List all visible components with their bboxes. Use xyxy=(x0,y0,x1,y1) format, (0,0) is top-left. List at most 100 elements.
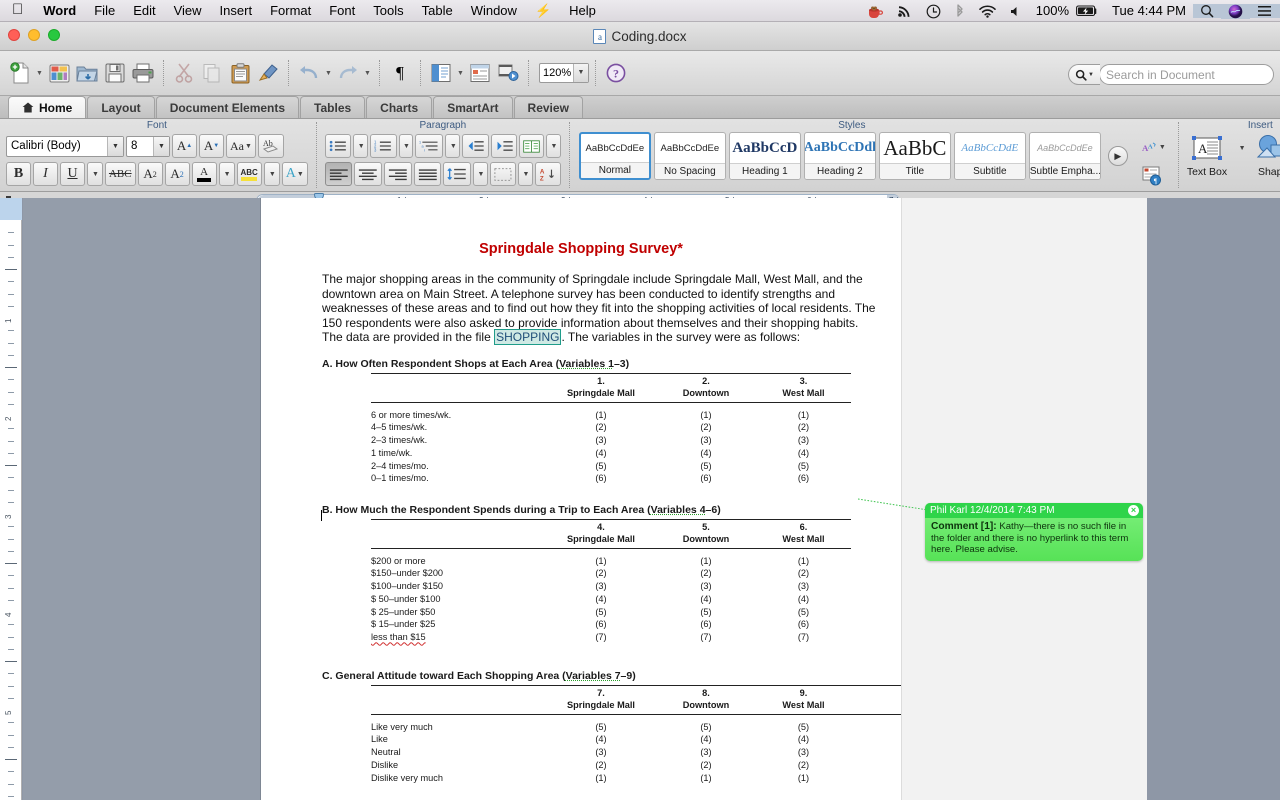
menu-item-tools[interactable]: Tools xyxy=(364,0,412,22)
volume-icon[interactable] xyxy=(1003,5,1029,18)
sort-button[interactable]: AZ xyxy=(535,162,561,186)
comment-body[interactable]: Comment [1]: Kathy—there is no such file… xyxy=(925,518,1143,561)
flash-menu-icon[interactable]: ⚡ xyxy=(526,0,560,22)
menu-item-word[interactable]: Word xyxy=(34,0,85,22)
clear-formatting-button[interactable]: Ab xyxy=(258,134,284,158)
save-button[interactable] xyxy=(101,58,129,88)
bullet-list-button[interactable] xyxy=(325,134,352,158)
bluetooth-icon[interactable] xyxy=(948,4,972,19)
font-color-button[interactable]: A xyxy=(192,162,217,186)
styles-pane-button[interactable]: ¶ xyxy=(1138,164,1168,188)
align-right-button[interactable] xyxy=(384,162,412,186)
change-case-button[interactable]: Aa▼ xyxy=(226,134,256,158)
line-spacing-button[interactable] xyxy=(443,162,471,186)
manage-styles-button[interactable]: A A ▼ xyxy=(1138,136,1170,160)
airplay-icon[interactable] xyxy=(890,4,919,18)
navigation-pane[interactable] xyxy=(23,198,261,800)
tab-tables[interactable]: Tables xyxy=(300,96,365,118)
italic-button[interactable]: I xyxy=(33,162,58,186)
tab-review[interactable]: Review xyxy=(514,96,583,118)
borders-button[interactable] xyxy=(490,162,516,186)
redo-button[interactable] xyxy=(334,58,362,88)
menu-item-edit[interactable]: Edit xyxy=(124,0,164,22)
style-subtitle[interactable]: AaBbCcDdE Subtitle xyxy=(954,132,1026,180)
paste-button[interactable] xyxy=(226,58,254,88)
numbered-list-dropdown-icon[interactable]: ▼ xyxy=(399,134,414,158)
wifi-icon[interactable] xyxy=(972,5,1003,18)
style-no-spacing[interactable]: AaBbCcDdEe No Spacing xyxy=(654,132,726,180)
highlight-dropdown-icon[interactable]: ▼ xyxy=(264,162,280,186)
search-icon[interactable] xyxy=(1193,4,1221,18)
line-spacing-dropdown-icon[interactable]: ▼ xyxy=(473,162,488,186)
styles-gallery-more-button[interactable]: ▶ xyxy=(1108,146,1128,166)
borders-dropdown-icon[interactable]: ▼ xyxy=(518,162,533,186)
highlight-button[interactable]: ABC xyxy=(237,162,262,186)
underline-dropdown-icon[interactable]: ▼ xyxy=(87,162,103,186)
apple-logo-icon[interactable]:  xyxy=(0,2,34,17)
tab-charts[interactable]: Charts xyxy=(366,96,432,118)
shopping-hyperlink-highlight[interactable]: SHOPPING xyxy=(494,329,561,345)
font-size-input[interactable]: 8 ▼ xyxy=(126,136,170,157)
search-input[interactable]: Search in Document xyxy=(1099,64,1274,85)
siri-icon[interactable] xyxy=(1221,4,1250,19)
menu-item-font[interactable]: Font xyxy=(320,0,364,22)
font-family-dropdown-icon[interactable]: ▼ xyxy=(107,137,123,156)
open-document-button[interactable] xyxy=(73,58,101,88)
menu-item-format[interactable]: Format xyxy=(261,0,320,22)
cut-button[interactable] xyxy=(170,58,198,88)
open-template-gallery-button[interactable] xyxy=(45,58,73,88)
insert-shape-button[interactable]: Shape xyxy=(1256,134,1280,190)
minimize-window-button[interactable] xyxy=(28,29,40,41)
style-heading-1[interactable]: AaBbCcD Heading 1 xyxy=(729,132,801,180)
multilevel-list-dropdown-icon[interactable]: ▼ xyxy=(445,134,460,158)
new-document-button[interactable] xyxy=(6,58,34,88)
show-formatting-marks-button[interactable]: ¶ xyxy=(386,58,414,88)
font-family-input[interactable]: Calibri (Body) ▼ xyxy=(6,136,124,157)
subscript-button[interactable]: A2 xyxy=(165,162,190,186)
style-normal[interactable]: AaBbCcDdEe Normal xyxy=(579,132,651,180)
undo-dropdown-icon[interactable]: ▼ xyxy=(323,70,334,77)
text-effects-button[interactable]: A▼ xyxy=(282,162,308,186)
redo-dropdown-icon[interactable]: ▼ xyxy=(362,70,373,77)
battery-charging-icon[interactable] xyxy=(1076,5,1105,17)
tab-layout[interactable]: Layout xyxy=(87,96,154,118)
menu-item-insert[interactable]: Insert xyxy=(211,0,262,22)
menu-item-help[interactable]: Help xyxy=(560,0,605,22)
strikethrough-button[interactable]: ABC xyxy=(105,162,136,186)
underline-button[interactable]: U xyxy=(60,162,85,186)
menu-item-file[interactable]: File xyxy=(85,0,124,22)
style-title[interactable]: AaBbC Title xyxy=(879,132,951,180)
search-scope-button[interactable]: ▼ xyxy=(1068,64,1100,85)
style-heading-2[interactable]: AaBbCcDdl Heading 2 xyxy=(804,132,876,180)
document-page[interactable]: Springdale Shopping Survey* The major sh… xyxy=(261,198,901,800)
sidebar-view-dropdown-icon[interactable]: ▼ xyxy=(455,70,466,77)
section-a-table[interactable]: 1.Springdale Mall 2.Downtown 3.West Mall… xyxy=(371,373,861,485)
insert-text-box-dropdown-icon[interactable]: ▼ xyxy=(1229,134,1254,164)
print-button[interactable] xyxy=(129,58,157,88)
time-machine-icon[interactable] xyxy=(919,4,948,19)
bullet-list-dropdown-icon[interactable]: ▼ xyxy=(353,134,368,158)
new-document-dropdown-icon[interactable]: ▼ xyxy=(34,70,45,77)
tab-document-elements[interactable]: Document Elements xyxy=(156,96,299,118)
sidebar-view-button[interactable] xyxy=(427,58,455,88)
insert-text-box-button[interactable]: A Text Box xyxy=(1187,134,1227,190)
format-painter-button[interactable] xyxy=(254,58,282,88)
font-size-dropdown-icon[interactable]: ▼ xyxy=(153,137,169,156)
shrink-font-button[interactable]: A▼ xyxy=(199,134,224,158)
tab-home[interactable]: Home xyxy=(8,96,86,118)
columns-button[interactable] xyxy=(519,134,544,158)
comment-balloon[interactable]: Phil Karl 12/4/2014 7:43 PM × Comment [1… xyxy=(925,503,1143,561)
section-c-table[interactable]: 7.Springdale Mall 8.Downtown 9.West Mall… xyxy=(371,685,951,784)
clock-label[interactable]: Tue 4:44 PM xyxy=(1105,0,1193,22)
menu-item-view[interactable]: View xyxy=(165,0,211,22)
battery-percent-label[interactable]: 100% xyxy=(1029,0,1076,22)
increase-indent-button[interactable] xyxy=(491,134,518,158)
vertical-ruler[interactable]: 123456 xyxy=(0,198,22,800)
copy-button[interactable] xyxy=(198,58,226,88)
columns-dropdown-icon[interactable]: ▼ xyxy=(546,134,561,158)
font-color-dropdown-icon[interactable]: ▼ xyxy=(219,162,235,186)
tab-smartart[interactable]: SmartArt xyxy=(433,96,512,118)
menu-item-table[interactable]: Table xyxy=(413,0,462,22)
document-intro-paragraph[interactable]: The major shopping areas in the communit… xyxy=(322,272,879,345)
justify-button[interactable] xyxy=(414,162,442,186)
